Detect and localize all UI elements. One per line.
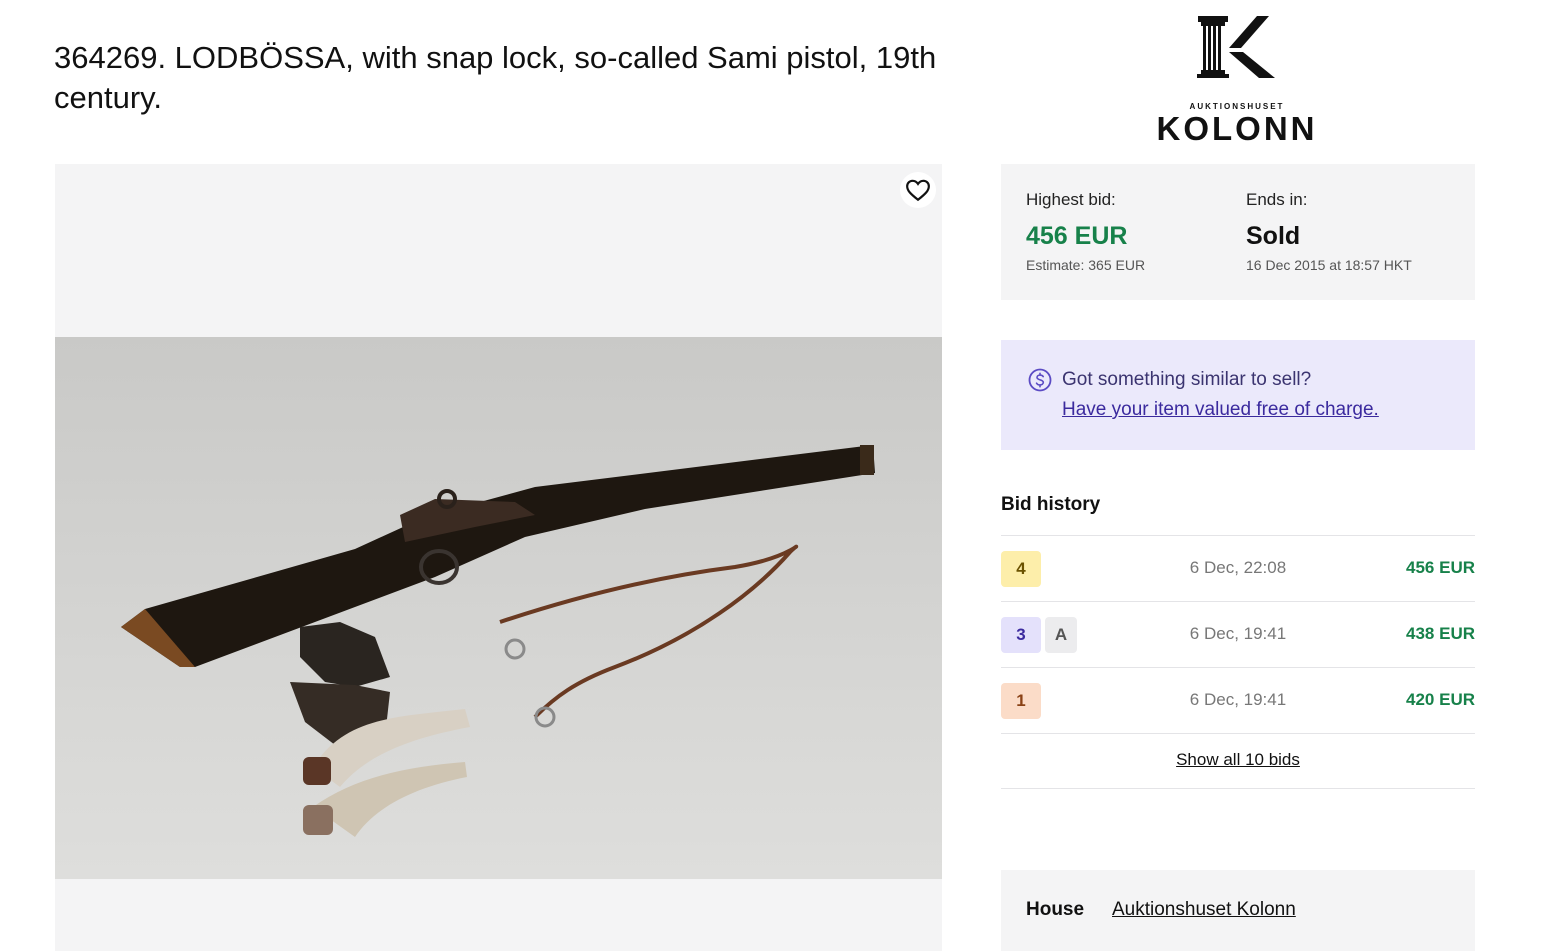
bid-row: 3 A 6 Dec, 19:41 438 EUR <box>1001 601 1475 667</box>
bid-amount: 456 EUR <box>1406 558 1475 577</box>
house-link[interactable]: Auktionshuset Kolonn <box>1112 899 1296 921</box>
bid-history-footer: Show all 10 bids <box>1001 733 1475 789</box>
status-value: Sold <box>1246 222 1301 250</box>
dollar-circle-icon <box>1028 368 1052 392</box>
bid-row: 1 6 Dec, 19:41 420 EUR <box>1001 667 1475 733</box>
bid-history-list: 4 6 Dec, 22:08 456 EUR 3 A 6 Dec, 19:41 … <box>1001 535 1475 789</box>
estimate-text: Estimate: 365 EUR <box>1026 257 1146 273</box>
image-gallery[interactable] <box>55 164 942 951</box>
bid-row: 4 6 Dec, 22:08 456 EUR <box>1001 535 1475 601</box>
bid-date: 6 Dec, 19:41 <box>1189 690 1287 709</box>
show-all-bids-link[interactable]: Show all 10 bids <box>1001 750 1475 770</box>
highest-bid-block: Highest bid: 456 EUR Estimate: 365 EUR <box>1026 190 1145 273</box>
column-k-logo-icon <box>1197 16 1275 78</box>
lot-photo[interactable] <box>55 337 942 879</box>
house-label: House <box>1026 899 1085 920</box>
bid-date: 6 Dec, 22:08 <box>1189 558 1287 577</box>
auction-house-logo[interactable]: AUKTIONSHUSET KOLONN <box>1153 12 1321 147</box>
highest-bid-label: Highest bid: <box>1026 190 1116 209</box>
bid-amount: 420 EUR <box>1406 690 1475 709</box>
ends-in-label: Ends in: <box>1246 190 1308 209</box>
bid-summary-panel: Highest bid: 456 EUR Estimate: 365 EUR E… <box>1001 164 1475 300</box>
valuation-link[interactable]: Have your item valued free of charge. <box>1062 399 1379 421</box>
bid-date: 6 Dec, 19:41 <box>1189 624 1287 643</box>
bid-history-heading: Bid history <box>1001 494 1101 515</box>
sell-question: Got something similar to sell? <box>1062 369 1312 390</box>
pistol-photo-image <box>55 337 942 879</box>
heart-icon <box>906 179 930 202</box>
favorite-button[interactable] <box>900 172 936 208</box>
bid-amount: 438 EUR <box>1406 624 1475 643</box>
end-date-text: 16 Dec 2015 at 18:57 HKT <box>1246 257 1412 273</box>
house-info-box: House Auktionshuset Kolonn <box>1001 870 1475 951</box>
ends-in-block: Ends in: Sold 16 Dec 2015 at 18:57 HKT <box>1246 190 1412 273</box>
sell-promo-box: Got something similar to sell? Have your… <box>1001 340 1475 450</box>
logo-wordmark: KOLONN <box>1156 110 1318 147</box>
highest-bid-value: 456 EUR <box>1026 222 1128 250</box>
page-title: 364269. LODBÖSSA, with snap lock, so-cal… <box>54 40 937 115</box>
